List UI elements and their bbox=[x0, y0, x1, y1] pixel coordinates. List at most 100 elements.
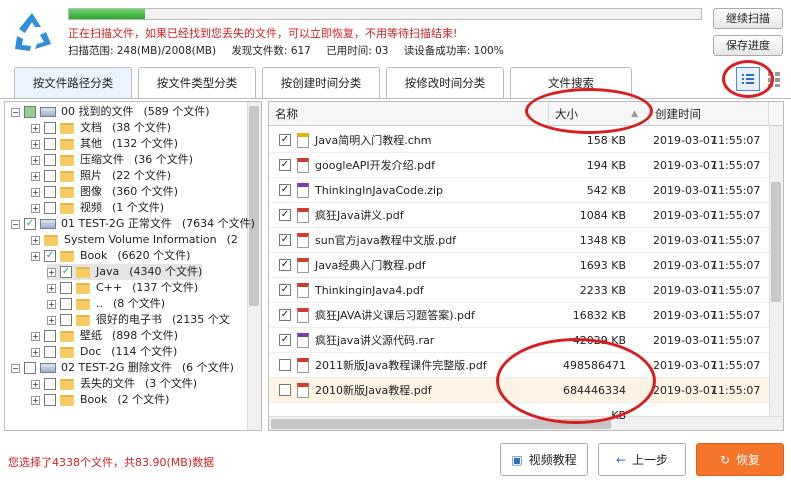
file-row[interactable]: ✓ 疯狂Java讲义.pdf 1084 KB 2019-03-07 11:55:07 bbox=[269, 203, 769, 228]
continue-scan-button[interactable]: 继续扫描 bbox=[713, 8, 783, 29]
tree-checkbox[interactable] bbox=[44, 330, 56, 342]
expand-toggle-icon[interactable]: + bbox=[31, 251, 40, 261]
tree-checkbox[interactable]: ✓ bbox=[44, 250, 56, 262]
expand-toggle-icon[interactable]: + bbox=[31, 155, 40, 165]
tree-item[interactable]: + System Volume Information (2 bbox=[31, 232, 238, 248]
file-row[interactable]: ✓ Java经典入门教程.pdf 1693 KB 2019-03-07 11:55:07 bbox=[269, 253, 769, 278]
tree-item[interactable]: + 照片 (22 个文件) bbox=[31, 168, 171, 184]
tree-item[interactable]: + 压缩文件 (36 个文件) bbox=[31, 152, 193, 168]
tree-checkbox[interactable]: ✓ bbox=[60, 266, 72, 278]
expand-toggle-icon[interactable]: + bbox=[31, 395, 40, 405]
file-name: ThinkingInJavaCode.zip bbox=[315, 184, 444, 197]
tree-checkbox[interactable] bbox=[44, 378, 56, 390]
file-checkbox[interactable]: ✓ bbox=[279, 284, 291, 296]
expand-toggle-icon[interactable]: − bbox=[11, 363, 20, 373]
expand-toggle-icon[interactable]: − bbox=[11, 107, 20, 117]
tree-checkbox[interactable] bbox=[44, 202, 56, 214]
file-checkbox[interactable]: ✓ bbox=[279, 234, 291, 246]
expand-toggle-icon[interactable]: + bbox=[31, 123, 40, 133]
tree-item-count: (589 个文件) bbox=[143, 105, 210, 118]
tree-scroll-thumb[interactable] bbox=[249, 106, 259, 306]
tree-item[interactable]: + 视频 (1 个文件) bbox=[31, 200, 164, 216]
recover-button[interactable]: ↻ 恢复 bbox=[696, 443, 784, 476]
file-row[interactable]: ✓ 疯狂JAVA讲义课后习题答案).pdf 16832 KB 2019-03-07 11… bbox=[269, 303, 769, 328]
tree-item[interactable]: + 丢失的文件 (3 个文件) bbox=[31, 376, 197, 392]
tab-by-created[interactable]: 按创建时间分类 bbox=[262, 67, 380, 99]
video-tutorial-button[interactable]: ▣ 视频教程 bbox=[500, 443, 588, 476]
tree-item[interactable]: + ✓ Java (4340 个文件) bbox=[47, 264, 203, 280]
file-checkbox[interactable]: ✓ bbox=[279, 159, 291, 171]
tree-item[interactable]: + Book (2 个文件) bbox=[31, 392, 169, 408]
expand-toggle-icon[interactable]: − bbox=[11, 219, 20, 229]
list-hscrollbar[interactable] bbox=[269, 416, 783, 430]
expand-toggle-icon[interactable]: + bbox=[47, 283, 56, 293]
tree-checkbox[interactable] bbox=[60, 314, 72, 326]
folder-tree[interactable]: − 00 找到的文件 (589 个文件) + 文档 (38 个文件) + 其他 (132 个文件… bbox=[4, 101, 262, 431]
file-checkbox[interactable]: ✓ bbox=[279, 259, 291, 271]
tab-by-path[interactable]: 按文件路径分类 bbox=[14, 67, 132, 99]
tree-item[interactable]: + 很好的电子书 (2135 个文 bbox=[47, 312, 230, 328]
save-progress-button[interactable]: 保存进度 bbox=[713, 35, 783, 56]
tab-by-type[interactable]: 按文件类型分类 bbox=[138, 67, 256, 99]
tree-item-label: 其他 bbox=[80, 137, 102, 150]
list-scroll-thumb[interactable] bbox=[771, 182, 781, 302]
pdf-icon bbox=[297, 158, 309, 173]
tree-item[interactable]: + 文档 (38 个文件) bbox=[31, 120, 171, 136]
expand-toggle-icon[interactable]: + bbox=[31, 379, 40, 389]
file-row[interactable]: ✓ googleAPI开发介绍.pdf 194 KB 2019-03-07 11:55:… bbox=[269, 153, 769, 178]
file-checkbox[interactable] bbox=[279, 384, 291, 396]
tree-checkbox[interactable] bbox=[44, 170, 56, 182]
list-scrollbar[interactable] bbox=[769, 126, 783, 418]
tree-checkbox[interactable]: ✓ bbox=[24, 218, 36, 230]
expand-toggle-icon[interactable]: + bbox=[31, 171, 40, 181]
expand-toggle-icon[interactable]: + bbox=[31, 235, 40, 245]
tree-item[interactable]: + 其他 (132 个文件) bbox=[31, 136, 178, 152]
tree-checkbox[interactable] bbox=[24, 362, 36, 374]
folder-icon bbox=[60, 122, 74, 134]
file-row[interactable]: ✓ 疯狂java讲义源代码.rar 42029 KB 2019-03-07 11:55:… bbox=[269, 328, 769, 353]
column-created[interactable]: 创建时间 bbox=[649, 102, 769, 126]
tree-checkbox[interactable] bbox=[44, 154, 56, 166]
tree-checkbox[interactable] bbox=[44, 346, 56, 358]
expand-toggle-icon[interactable]: + bbox=[31, 347, 40, 357]
tree-checkbox[interactable] bbox=[60, 282, 72, 294]
file-checkbox[interactable]: ✓ bbox=[279, 209, 291, 221]
expand-toggle-icon[interactable]: + bbox=[31, 139, 40, 149]
tree-item[interactable]: +.. (8 个文件) bbox=[47, 296, 165, 312]
tree-item[interactable]: − 00 找到的文件 (589 个文件) bbox=[11, 104, 210, 120]
file-row[interactable]: ✓ ThinkinginJava4.pdf 2233 KB 2019-03-07 11:… bbox=[269, 278, 769, 303]
previous-step-button[interactable]: ← 上一步 bbox=[598, 443, 686, 476]
tree-checkbox[interactable] bbox=[44, 122, 56, 134]
tree-checkbox[interactable] bbox=[44, 394, 56, 406]
file-checkbox[interactable] bbox=[279, 359, 291, 371]
file-checkbox[interactable]: ✓ bbox=[279, 184, 291, 196]
expand-toggle-icon[interactable]: + bbox=[47, 299, 56, 309]
file-row[interactable]: ✓ ThinkingInJavaCode.zip 542 KB 2019-03-07 1… bbox=[269, 178, 769, 203]
file-row[interactable]: ✓ Java简明入门教程.chm 158 KB 2019-03-07 11:55:07 bbox=[269, 128, 769, 153]
tree-item[interactable]: + C++ (137 个文件) bbox=[47, 280, 198, 296]
tree-checkbox[interactable] bbox=[60, 298, 72, 310]
tree-item[interactable]: + 图像 (360 个文件) bbox=[31, 184, 178, 200]
tree-checkbox[interactable] bbox=[44, 138, 56, 150]
file-row[interactable]: ✓ sun官方java教程中文版.pdf 1348 KB 2019-03-07 11:5… bbox=[269, 228, 769, 253]
tab-by-modified[interactable]: 按修改时间分类 bbox=[386, 67, 504, 99]
tree-scrollbar[interactable] bbox=[247, 102, 261, 430]
expand-toggle-icon[interactable]: + bbox=[31, 203, 40, 213]
expand-toggle-icon[interactable]: + bbox=[47, 315, 56, 325]
file-checkbox[interactable]: ✓ bbox=[279, 309, 291, 321]
tree-item-label: Java bbox=[96, 265, 120, 278]
tree-item[interactable]: + 壁纸 (898 个文件) bbox=[31, 328, 178, 344]
column-name[interactable]: 名称 bbox=[269, 102, 549, 126]
expand-toggle-icon[interactable]: + bbox=[31, 331, 40, 341]
tree-item-label: 壁纸 bbox=[80, 329, 102, 342]
file-checkbox[interactable]: ✓ bbox=[279, 334, 291, 346]
tree-item[interactable]: + ✓ Book (6620 个文件) bbox=[31, 248, 190, 264]
file-checkbox[interactable]: ✓ bbox=[279, 134, 291, 146]
tree-checkbox[interactable] bbox=[44, 186, 56, 198]
tree-item[interactable]: − 02 TEST-2G 删除文件 (6 个文件) bbox=[11, 360, 234, 376]
expand-toggle-icon[interactable]: + bbox=[47, 267, 56, 277]
tree-checkbox[interactable] bbox=[24, 106, 36, 118]
expand-toggle-icon[interactable]: + bbox=[31, 187, 40, 197]
tree-item[interactable]: − ✓ 01 TEST-2G 正常文件 (7634 个文件) bbox=[11, 216, 255, 232]
tree-item[interactable]: + Doc (114 个文件) bbox=[31, 344, 177, 360]
